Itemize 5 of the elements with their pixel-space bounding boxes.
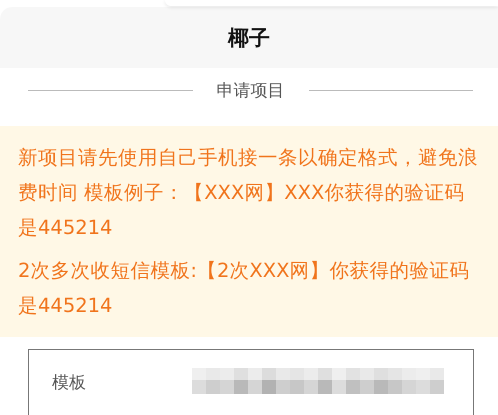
field-label: 模板 (52, 372, 87, 394)
section-title: 申请项目 (216, 80, 284, 102)
notice-text: 2次多次收短信模板:【2次XXX网】你获得的验证码是445214 (18, 258, 470, 319)
page-title: 椰子 (228, 24, 270, 52)
notice-text: 新项目请先使用自己手机接一条以确定格式，避免浪费时间 模板例子：【XXX网】XXX你获得的验证码是445214 (18, 145, 479, 241)
